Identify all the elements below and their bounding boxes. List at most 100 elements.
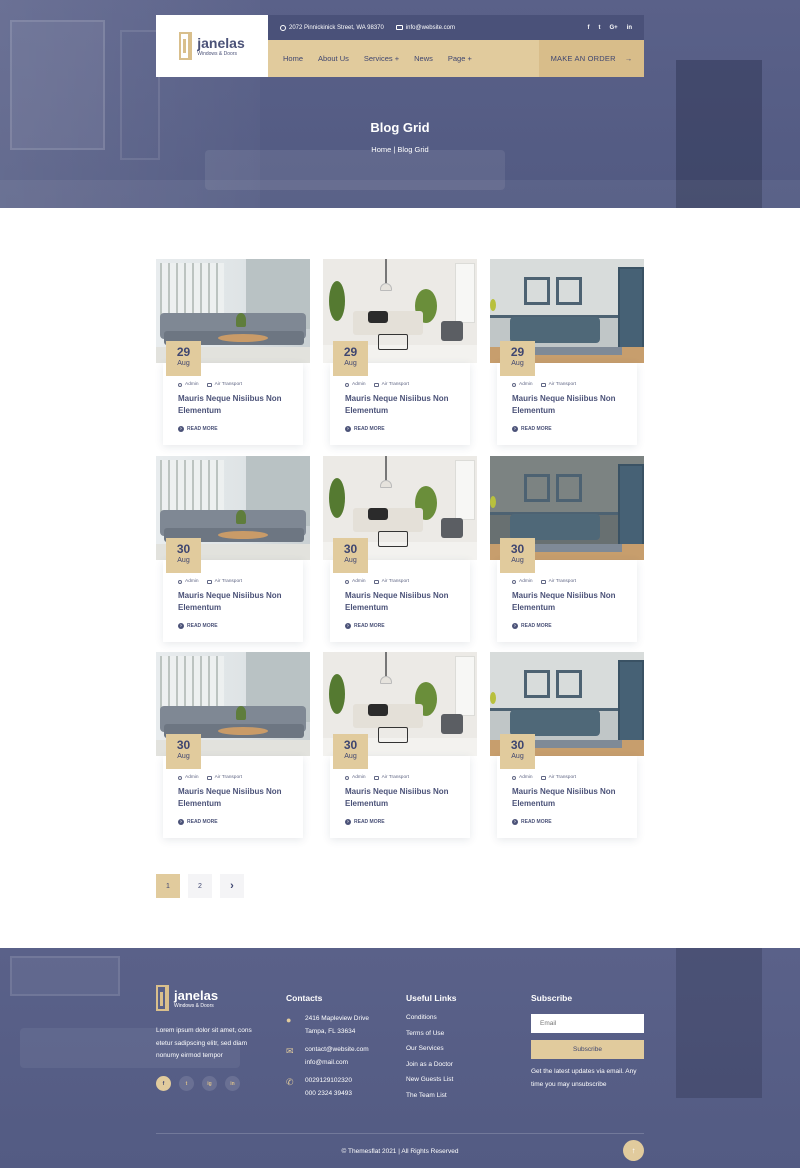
- post-title[interactable]: Mauris Neque Nisiibus Non Elementum: [512, 590, 632, 614]
- pagination-page-1[interactable]: 1: [156, 874, 180, 898]
- post-author[interactable]: Admin: [345, 579, 366, 584]
- interior-photo-element: [353, 508, 423, 532]
- post-author[interactable]: Admin: [178, 382, 199, 387]
- email-line-2[interactable]: info@mail.com: [305, 1059, 348, 1066]
- instagram-icon[interactable]: ig: [202, 1076, 217, 1091]
- post-category[interactable]: Air Transport: [206, 579, 242, 584]
- interior-photo-element: [556, 277, 582, 305]
- twitter-icon[interactable]: t: [598, 25, 600, 31]
- read-more-link[interactable]: › READ MORE: [512, 819, 552, 825]
- post-author[interactable]: Admin: [512, 775, 533, 780]
- nav-item-home[interactable]: Home: [283, 54, 303, 63]
- nav-item-services[interactable]: Services +: [364, 54, 399, 63]
- email-text[interactable]: info@website.com: [406, 25, 455, 31]
- post-category[interactable]: Air Transport: [373, 579, 409, 584]
- post-category[interactable]: Air Transport: [206, 775, 243, 780]
- nav-item-about[interactable]: About Us: [318, 54, 349, 63]
- post-author-text: Admin: [352, 579, 366, 584]
- interior-photo-element: [236, 510, 246, 524]
- post-title[interactable]: Mauris Neque Nisiibus Non Elementum: [345, 786, 465, 810]
- instagram-icon[interactable]: in: [627, 25, 632, 31]
- read-more-link[interactable]: › READ MORE: [178, 819, 218, 825]
- pagination-next-button[interactable]: ›: [220, 874, 244, 898]
- post-title[interactable]: Mauris Neque Nisiibus Non Elementum: [178, 590, 298, 614]
- interior-photo-element: [368, 311, 388, 323]
- top-info-bar: 2072 Pinnickinick Street, WA 98370 info@…: [268, 15, 644, 40]
- post-category[interactable]: Air Transport: [540, 579, 576, 584]
- phone-line-2[interactable]: 000 2324 39493: [305, 1090, 352, 1097]
- post-category[interactable]: Air Transport: [206, 382, 242, 387]
- footer-link-services[interactable]: Our Services: [406, 1045, 453, 1061]
- read-more-link[interactable]: › READ MORE: [345, 623, 385, 629]
- post-author[interactable]: Admin: [512, 579, 533, 584]
- linkedin-icon[interactable]: in: [225, 1076, 240, 1091]
- blog-card[interactable]: Admin Air Transport Mauris Neque Nisiibu…: [323, 259, 477, 445]
- post-category[interactable]: Air Transport: [540, 382, 576, 387]
- footer-link-terms[interactable]: Terms of Use: [406, 1030, 453, 1046]
- post-date-day: 30: [510, 542, 525, 556]
- window-logo-icon: [156, 985, 169, 1011]
- post-date-badge: 29 Aug: [333, 341, 368, 376]
- interior-photo-element: [441, 714, 463, 734]
- folder-icon: [206, 579, 212, 584]
- post-author[interactable]: Admin: [178, 579, 199, 584]
- footer-link-team[interactable]: The Team List: [406, 1092, 453, 1108]
- post-category[interactable]: Air Transport: [373, 382, 410, 387]
- blog-card[interactable]: Admin Air Transport Mauris Neque Nisiibu…: [156, 652, 310, 838]
- post-category-text: Air Transport: [548, 775, 577, 780]
- read-more-link[interactable]: › READ MORE: [345, 426, 385, 432]
- post-author[interactable]: Admin: [345, 775, 366, 780]
- post-category[interactable]: Air Transport: [540, 775, 577, 780]
- email-info[interactable]: info@website.com: [395, 25, 455, 31]
- post-title[interactable]: Mauris Neque Nisiibus Non Elementum: [512, 786, 632, 810]
- address-text: 2072 Pinnickinick Street, WA 98370: [289, 24, 384, 31]
- subscribe-button[interactable]: Subscribe: [531, 1040, 644, 1059]
- post-title[interactable]: Mauris Neque Nisiibus Non Elementum: [345, 393, 465, 417]
- post-category-text: Air Transport: [214, 775, 243, 780]
- user-icon: [512, 775, 516, 780]
- footer-link-conditions[interactable]: Conditions: [406, 1014, 453, 1030]
- blog-card[interactable]: Admin Air Transport Mauris Neque Nisiibu…: [490, 456, 644, 642]
- phone-line-1[interactable]: 0029129102320: [305, 1077, 352, 1084]
- blog-card[interactable]: Admin Air Transport Mauris Neque Nisiibu…: [156, 456, 310, 642]
- post-category[interactable]: Air Transport: [373, 775, 409, 780]
- post-title[interactable]: Mauris Neque Nisiibus Non Elementum: [178, 393, 298, 417]
- post-author[interactable]: Admin: [512, 382, 533, 387]
- brand-tagline: Windows & Doors: [197, 50, 237, 57]
- read-more-link[interactable]: › READ MORE: [345, 819, 385, 825]
- read-more-link[interactable]: › READ MORE: [512, 426, 552, 432]
- post-title[interactable]: Mauris Neque Nisiibus Non Elementum: [512, 393, 632, 417]
- subscribe-email-input[interactable]: [531, 1014, 644, 1033]
- read-more-link[interactable]: › READ MORE: [178, 426, 218, 432]
- arrow-circle-icon: ›: [178, 819, 184, 825]
- blog-card[interactable]: Admin Air Transport Mauris Neque Nisiibu…: [156, 259, 310, 445]
- footer-link-join[interactable]: Join as a Doctor: [406, 1061, 453, 1077]
- post-author[interactable]: Admin: [345, 382, 366, 387]
- blog-card[interactable]: Admin Air Transport Mauris Neque Nisiibu…: [323, 652, 477, 838]
- blog-card[interactable]: Admin Air Transport Mauris Neque Nisiibu…: [323, 456, 477, 642]
- blog-card[interactable]: Admin Air Transport Mauris Neque Nisiibu…: [490, 652, 644, 838]
- pagination-page-2[interactable]: 2: [188, 874, 212, 898]
- facebook-icon[interactable]: f: [156, 1076, 171, 1091]
- footer-logo[interactable]: janelas Windows & Doors: [156, 985, 218, 1011]
- post-date-month: Aug: [344, 753, 357, 760]
- blog-card[interactable]: Admin Air Transport Mauris Neque Nisiibu…: [490, 259, 644, 445]
- site-logo[interactable]: janelas Windows & Doors: [156, 15, 268, 77]
- footer-link-guests[interactable]: New Guests List: [406, 1076, 453, 1092]
- read-more-link[interactable]: › READ MORE: [512, 623, 552, 629]
- email-line-1[interactable]: contact@website.com: [305, 1046, 369, 1053]
- twitter-icon[interactable]: t: [179, 1076, 194, 1091]
- read-more-link[interactable]: › READ MORE: [178, 623, 218, 629]
- nav-item-page[interactable]: Page +: [448, 54, 472, 63]
- post-category-text: Air Transport: [381, 382, 410, 387]
- post-title[interactable]: Mauris Neque Nisiibus Non Elementum: [345, 590, 465, 614]
- back-to-top-button[interactable]: ↑: [623, 1140, 644, 1161]
- folder-icon: [373, 579, 379, 584]
- google-plus-icon[interactable]: G+: [609, 25, 617, 31]
- post-author[interactable]: Admin: [178, 775, 199, 780]
- make-order-button[interactable]: MAKE AN ORDER →: [539, 40, 644, 77]
- facebook-icon[interactable]: f: [587, 25, 589, 31]
- post-title[interactable]: Mauris Neque Nisiibus Non Elementum: [178, 786, 298, 810]
- breadcrumb[interactable]: Home | Blog Grid: [0, 145, 800, 154]
- nav-item-news[interactable]: News: [414, 54, 433, 63]
